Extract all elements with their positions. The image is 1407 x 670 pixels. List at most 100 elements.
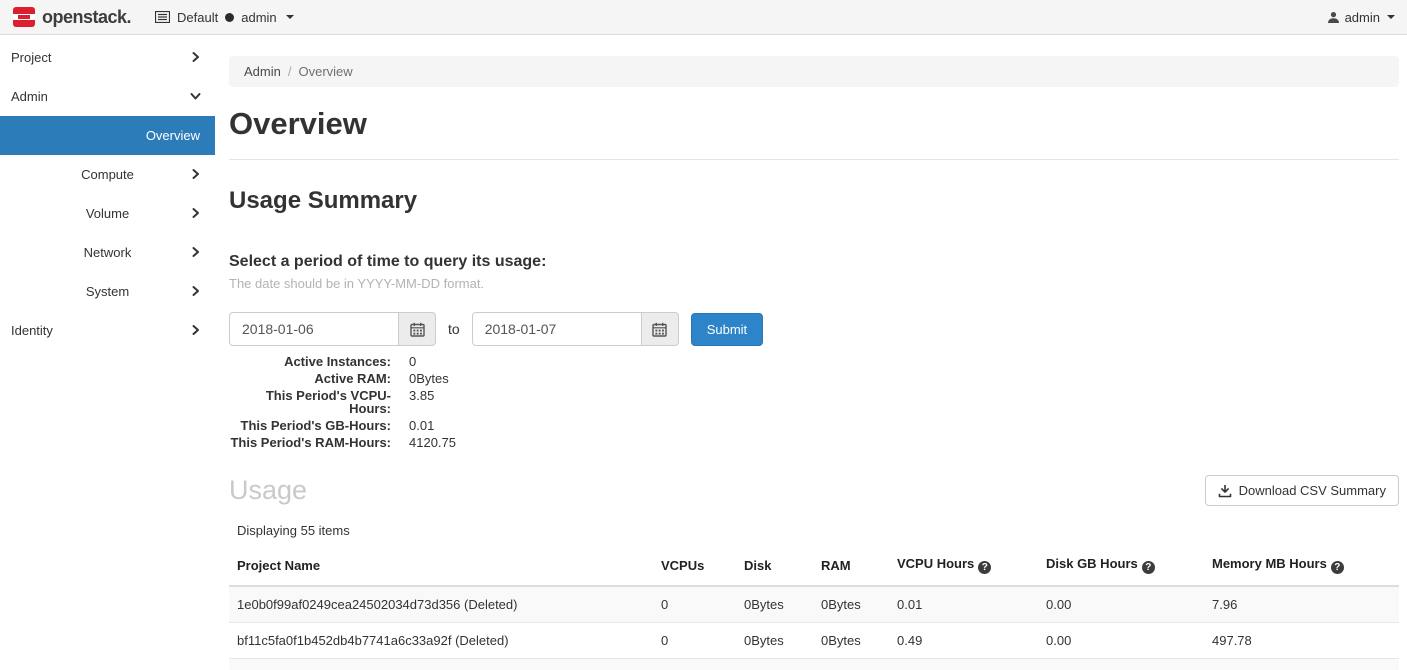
chevron-down-icon bbox=[1387, 15, 1395, 19]
column-disk: Disk bbox=[736, 547, 813, 586]
stat-label: This Period's VCPU-Hours: bbox=[229, 389, 391, 415]
stat-value: 0.01 bbox=[409, 419, 434, 432]
project-name: admin bbox=[241, 10, 276, 25]
usage-stats: Active Instances: 0 Active RAM: 0Bytes T… bbox=[229, 355, 1399, 449]
stat-label: Active Instances: bbox=[229, 355, 391, 368]
chevron-right-icon bbox=[190, 284, 201, 299]
stat-label: This Period's RAM-Hours: bbox=[229, 436, 391, 449]
chevron-right-icon bbox=[190, 206, 201, 221]
end-date-calendar-button[interactable] bbox=[642, 312, 679, 346]
cell-project-name: bf11c5fa0f1b452db4b7741a6c33a92f (Delete… bbox=[229, 623, 653, 659]
sidebar-item-identity[interactable]: Identity bbox=[0, 311, 215, 350]
stat-active-instances: Active Instances: 0 bbox=[229, 355, 1399, 368]
cell-ram: 0Bytes bbox=[813, 659, 889, 670]
cell-vcpu-hours: 0.11 bbox=[889, 659, 1038, 670]
start-date-group bbox=[229, 312, 436, 346]
sidebar-item-network[interactable]: Network bbox=[0, 233, 215, 272]
cell-disk: 0Bytes bbox=[736, 623, 813, 659]
start-date-calendar-button[interactable] bbox=[399, 312, 436, 346]
stat-value: 0 bbox=[409, 355, 416, 368]
sidebar-item-volume[interactable]: Volume bbox=[0, 194, 215, 233]
separator-dot-icon bbox=[225, 13, 234, 22]
user-menu[interactable]: admin bbox=[1327, 10, 1395, 25]
chevron-down-icon bbox=[190, 89, 201, 104]
sidebar-item-label: Identity bbox=[11, 323, 53, 338]
stat-label: Active RAM: bbox=[229, 372, 391, 385]
stat-ram-hours: This Period's RAM-Hours: 4120.75 bbox=[229, 436, 1399, 449]
cell-disk-gb-hours: 0.00 bbox=[1038, 586, 1204, 623]
sidebar-item-label: Project bbox=[11, 50, 51, 65]
sidebar-item-label: Network bbox=[84, 245, 132, 260]
table-row: 1e0b0f99af0249cea24502034d73d356 (Delete… bbox=[229, 586, 1399, 623]
cell-vcpus: 0 bbox=[653, 586, 736, 623]
usage-table-title: Usage bbox=[229, 475, 307, 506]
calendar-icon bbox=[652, 322, 667, 337]
column-vcpus: VCPUs bbox=[653, 547, 736, 586]
calendar-icon bbox=[410, 322, 425, 337]
breadcrumb-separator: / bbox=[288, 64, 292, 79]
column-memory-mb-hours: Memory MB Hours? bbox=[1204, 547, 1399, 586]
cell-disk: 0Bytes bbox=[736, 659, 813, 670]
column-ram: RAM bbox=[813, 547, 889, 586]
sidebar-item-label: System bbox=[86, 284, 129, 299]
cell-ram: 0Bytes bbox=[813, 623, 889, 659]
brand-text: openstack. bbox=[42, 7, 131, 28]
page-title: Overview bbox=[229, 106, 1399, 142]
sidebar-item-label: Admin bbox=[11, 89, 48, 104]
sidebar-item-label: Compute bbox=[81, 167, 134, 182]
usage-table: Project Name VCPUs Disk RAM VCPU Hours? bbox=[229, 547, 1399, 670]
table-row: ea1f2f357c09465eb6991edf7079efbe (Delete… bbox=[229, 659, 1399, 670]
sidebar-item-overview[interactable]: Overview bbox=[0, 116, 215, 155]
date-format-hint: The date should be in YYYY-MM-DD format. bbox=[229, 276, 1399, 291]
domain-name: Default bbox=[177, 10, 218, 25]
chevron-right-icon bbox=[190, 245, 201, 260]
column-vcpu-hours: VCPU Hours? bbox=[889, 547, 1038, 586]
help-icon[interactable]: ? bbox=[1142, 561, 1155, 574]
stat-value: 0Bytes bbox=[409, 372, 449, 385]
stat-vcpu-hours: This Period's VCPU-Hours: 3.85 bbox=[229, 389, 1399, 415]
cell-memory-mb-hours: 110.93 bbox=[1204, 659, 1399, 670]
breadcrumb: Admin / Overview bbox=[229, 56, 1399, 87]
date-range-form: to bbox=[229, 312, 1399, 346]
cell-disk: 0Bytes bbox=[736, 586, 813, 623]
chevron-right-icon bbox=[190, 50, 201, 65]
stat-value: 3.85 bbox=[409, 389, 434, 415]
download-icon bbox=[1218, 484, 1232, 498]
end-date-group bbox=[472, 312, 679, 346]
download-csv-button[interactable]: Download CSV Summary bbox=[1205, 475, 1399, 506]
table-row: bf11c5fa0f1b452db4b7741a6c33a92f (Delete… bbox=[229, 623, 1399, 659]
sidebar-item-project[interactable]: Project bbox=[0, 38, 215, 77]
cell-ram: 0Bytes bbox=[813, 586, 889, 623]
chevron-right-icon bbox=[190, 167, 201, 182]
openstack-logo-icon bbox=[12, 5, 36, 29]
breadcrumb-current: Overview bbox=[298, 64, 352, 79]
chevron-down-icon bbox=[286, 15, 294, 19]
chevron-right-icon bbox=[190, 323, 201, 338]
top-navbar: openstack. Default admin admin bbox=[0, 0, 1407, 35]
cell-memory-mb-hours: 497.78 bbox=[1204, 623, 1399, 659]
sidebar-item-system[interactable]: System bbox=[0, 272, 215, 311]
sidebar-item-admin[interactable]: Admin bbox=[0, 77, 215, 116]
context-switcher[interactable]: Default admin bbox=[155, 10, 294, 25]
end-date-input[interactable] bbox=[472, 312, 642, 346]
submit-button[interactable]: Submit bbox=[691, 313, 763, 346]
table-header-row: Project Name VCPUs Disk RAM VCPU Hours? bbox=[229, 547, 1399, 586]
help-icon[interactable]: ? bbox=[978, 561, 991, 574]
sidebar-item-compute[interactable]: Compute bbox=[0, 155, 215, 194]
start-date-input[interactable] bbox=[229, 312, 399, 346]
sidebar-item-label: Volume bbox=[86, 206, 129, 221]
usage-summary-heading: Usage Summary bbox=[229, 187, 1399, 215]
download-csv-label: Download CSV Summary bbox=[1239, 483, 1386, 498]
help-icon[interactable]: ? bbox=[1331, 561, 1344, 574]
openstack-brand[interactable]: openstack. bbox=[12, 5, 131, 29]
date-range-prompt: Select a period of time to query its usa… bbox=[229, 253, 1399, 271]
stat-label: This Period's GB-Hours: bbox=[229, 419, 391, 432]
stat-value: 4120.75 bbox=[409, 436, 456, 449]
stat-gb-hours: This Period's GB-Hours: 0.01 bbox=[229, 419, 1399, 432]
to-label: to bbox=[448, 321, 460, 337]
usage-table-header: Usage Download CSV Summary bbox=[229, 475, 1399, 506]
cell-project-name: 1e0b0f99af0249cea24502034d73d356 (Delete… bbox=[229, 586, 653, 623]
breadcrumb-admin-link[interactable]: Admin bbox=[244, 64, 281, 79]
cell-vcpus: 0 bbox=[653, 659, 736, 670]
items-count: Displaying 55 items bbox=[237, 523, 1399, 538]
